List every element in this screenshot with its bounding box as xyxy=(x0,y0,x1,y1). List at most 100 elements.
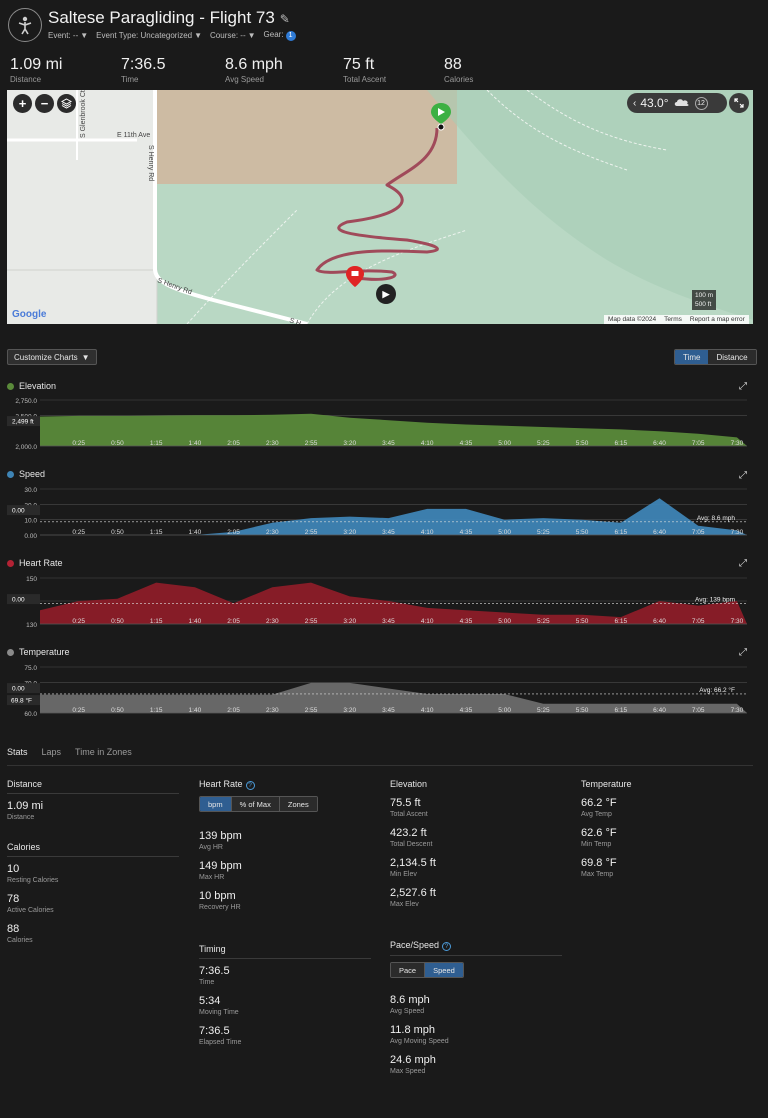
toggle-distance[interactable]: Distance xyxy=(708,350,756,364)
elevation-x-tick: 6:40 xyxy=(653,440,666,447)
help-icon[interactable]: ? xyxy=(442,942,452,951)
speed-x-tick: 0:50 xyxy=(111,529,124,536)
map-terms-link[interactable]: Terms xyxy=(664,316,682,323)
elevation-x-tick: 3:20 xyxy=(343,440,356,447)
temperature-hover-label: 0.00 xyxy=(12,686,25,693)
heart-rate-x-tick: 0:25 xyxy=(72,618,85,625)
elevation-x-tick: 2:30 xyxy=(266,440,279,447)
stat-time: 7:36.5 Time xyxy=(199,965,230,986)
fullscreen-icon[interactable] xyxy=(729,93,749,113)
stat-avg-hr: 139 bpm Avg HR xyxy=(199,830,242,851)
summary-total-ascent: 75 ft Total Ascent xyxy=(343,56,387,84)
temperature-x-tick: 1:15 xyxy=(150,707,163,714)
heart-rate-x-tick: 2:55 xyxy=(305,618,318,625)
seg-bpm[interactable]: bpm xyxy=(200,797,232,811)
temperature-x-tick: 5:50 xyxy=(576,707,589,714)
layers-icon[interactable] xyxy=(57,94,76,113)
meta-course[interactable]: Course: -- ▼ xyxy=(210,31,256,40)
temperature-x-tick: 2:55 xyxy=(305,707,318,714)
weather-temperature: 43.0° xyxy=(640,96,669,110)
activity-type-icon xyxy=(8,8,42,42)
seg-percent-max[interactable]: % of Max xyxy=(231,797,280,811)
stat-max-hr: 149 bpm Max HR xyxy=(199,860,242,881)
street-label-henry-vertical: S Henry Rd xyxy=(147,145,154,181)
elevation-x-tick: 3:45 xyxy=(382,440,395,447)
google-logo: Google xyxy=(12,309,47,320)
tab-time-in-zones[interactable]: Time in Zones xyxy=(75,747,132,757)
temperature-y-tick: 75.0 xyxy=(24,665,37,672)
play-icon[interactable]: ▶ xyxy=(376,284,396,304)
speed-x-tick: 6:40 xyxy=(653,529,666,536)
stat-distance: 1.09 mi Distance xyxy=(7,800,44,821)
meta-gear[interactable]: Gear: 1 xyxy=(264,30,296,41)
pace-speed-toggle: Pace Speed xyxy=(390,962,464,978)
elevation-x-tick: 0:50 xyxy=(111,440,124,447)
speed-x-tick: 1:15 xyxy=(150,529,163,536)
speed-x-tick: 3:20 xyxy=(343,529,356,536)
stat-min-temp: 62.6 °F Min Temp xyxy=(581,827,617,848)
map-report-link[interactable]: Report a map error xyxy=(690,316,745,323)
temperature-x-tick: 7:30 xyxy=(731,707,744,714)
elevation-x-tick: 6:15 xyxy=(614,440,627,447)
heart-rate-x-tick: 5:00 xyxy=(498,618,511,625)
weather-prev-icon[interactable]: ‹ xyxy=(633,98,636,109)
activity-title[interactable]: Saltese Paragliding - Flight 73 ✎ xyxy=(48,8,290,28)
stats-tabs: Stats Laps Time in Zones xyxy=(7,747,132,757)
tabs-divider xyxy=(7,765,753,766)
meta-event[interactable]: Event: -- ▼ xyxy=(48,31,88,40)
zoom-out-icon[interactable]: − xyxy=(35,94,54,113)
zoom-in-icon[interactable]: + xyxy=(13,94,32,113)
elevation-section: Elevation 75.5 ft Total Ascent 423.2 ft To… xyxy=(390,779,562,917)
speed-y-tick: 10.0 xyxy=(24,518,37,525)
cloud-icon xyxy=(673,96,691,110)
heart-rate-x-tick: 7:30 xyxy=(731,618,744,625)
heart-rate-hover-label: 0.00 xyxy=(12,597,25,604)
heart-rate-x-tick: 5:50 xyxy=(576,618,589,625)
elevation-x-tick: 4:35 xyxy=(460,440,473,447)
speed-x-tick: 3:45 xyxy=(382,529,395,536)
tab-stats[interactable]: Stats xyxy=(7,747,28,757)
heart-rate-x-tick: 7:05 xyxy=(692,618,705,625)
street-label-11th: E 11th Ave xyxy=(117,132,150,139)
temperature-x-tick: 7:05 xyxy=(692,707,705,714)
elevation-x-tick: 7:05 xyxy=(692,440,705,447)
speed-x-tick: 4:35 xyxy=(460,529,473,536)
heart-rate-x-tick: 6:40 xyxy=(653,618,666,625)
edit-pencil-icon[interactable]: ✎ xyxy=(280,12,290,26)
seg-speed[interactable]: Speed xyxy=(425,963,463,977)
heart-rate-x-tick: 1:15 xyxy=(150,618,163,625)
temperature-x-tick: 6:15 xyxy=(614,707,627,714)
temperature-x-tick: 3:45 xyxy=(382,707,395,714)
stat-max-elev: 2,527.6 ft Max Elev xyxy=(390,887,436,908)
customize-charts-button[interactable]: Customize Charts ▼ xyxy=(7,349,97,365)
axis-toggle: Time Distance xyxy=(674,349,757,365)
speed-x-tick: 7:30 xyxy=(731,529,744,536)
temperature-x-tick: 2:30 xyxy=(266,707,279,714)
toggle-time[interactable]: Time xyxy=(675,350,709,364)
tab-laps[interactable]: Laps xyxy=(42,747,62,757)
help-icon[interactable]: ? xyxy=(245,781,255,790)
elevation-x-tick: 5:25 xyxy=(537,440,550,447)
heart-rate-y-tick: 130 xyxy=(26,622,37,629)
weather-widget[interactable]: ‹ 43.0° 12 xyxy=(627,93,727,113)
elevation-x-tick: 7:30 xyxy=(731,440,744,447)
heart-rate-x-tick: 0:50 xyxy=(111,618,124,625)
activity-charts[interactable]: 2,750.02,500.02,000.00:250:501:151:402:0… xyxy=(0,390,768,720)
meta-event-type[interactable]: Event Type: Uncategorized ▼ xyxy=(96,31,202,40)
calories-section: Calories 10 Resting Calories 78 Active Cal… xyxy=(7,842,179,953)
stat-avg-temp: 66.2 °F Avg Temp xyxy=(581,797,617,818)
heart-rate-x-tick: 1:40 xyxy=(189,618,202,625)
elevation-y-tick: 2,000.0 xyxy=(15,444,37,451)
seg-zones[interactable]: Zones xyxy=(279,797,317,811)
heart-rate-y-tick: 150 xyxy=(26,576,37,583)
activity-meta: Event: -- ▼ Event Type: Uncategorized ▼ Co… xyxy=(48,30,296,41)
heart-rate-avg-label: Avg: 139 bpm xyxy=(695,596,735,603)
speed-x-tick: 4:10 xyxy=(421,529,434,536)
speed-x-tick: 2:30 xyxy=(266,529,279,536)
heart-rate-section: Heart Rate? bpm % of Max Zones 139 bpm Av… xyxy=(199,779,371,920)
stat-min-elev: 2,134.5 ft Min Elev xyxy=(390,857,436,878)
elevation-x-tick: 2:05 xyxy=(227,440,240,447)
temperature-hover-value: 69.8 °F xyxy=(11,697,32,705)
seg-pace[interactable]: Pace xyxy=(391,963,426,977)
temperature-x-tick: 2:05 xyxy=(227,707,240,714)
